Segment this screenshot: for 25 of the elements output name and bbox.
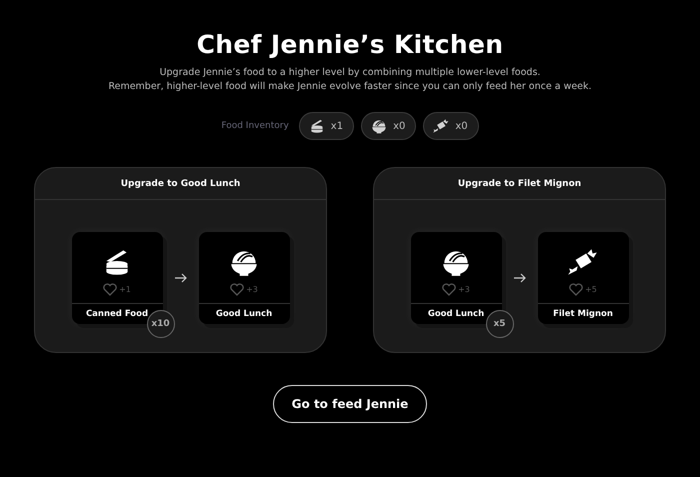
arrow-icon bbox=[174, 273, 186, 283]
description-text: Remember, higher-level food will make Jennie evolve faster since you can only feed her once a week. bbox=[108, 81, 592, 92]
count-label: x0 bbox=[393, 120, 406, 132]
heart-value: +1 bbox=[119, 285, 131, 294]
meat-icon bbox=[432, 117, 450, 135]
cost-badge: x10 bbox=[146, 310, 174, 338]
count-label: x1 bbox=[330, 120, 344, 132]
heart-value: +5 bbox=[585, 285, 597, 294]
heart-icon bbox=[103, 283, 118, 296]
description-text: Upgrade Jennie’s food to a higher level by combining multiple lower-level foods. bbox=[160, 67, 540, 78]
panel-title: Upgrade to Good Lunch bbox=[35, 168, 326, 200]
count-label: x0 bbox=[455, 120, 468, 132]
panel-title: Upgrade to Filet Mignon bbox=[374, 168, 665, 200]
heart-icon bbox=[442, 283, 456, 296]
page-title: Chef Jennie’s Kitchen bbox=[196, 30, 504, 59]
food-name: Filet Mignon bbox=[538, 303, 628, 324]
heart-value: +3 bbox=[458, 285, 470, 294]
heart-value: +3 bbox=[246, 285, 258, 294]
heart-icon bbox=[569, 283, 584, 296]
food-name: Good Lunch bbox=[198, 303, 290, 324]
feed-button[interactable]: Go to feed Jennie bbox=[272, 385, 428, 423]
inventory-label: Food Inventory bbox=[221, 121, 289, 131]
cost-badge: x5 bbox=[486, 310, 514, 338]
arrow-icon bbox=[514, 273, 526, 283]
heart-icon bbox=[230, 283, 244, 296]
